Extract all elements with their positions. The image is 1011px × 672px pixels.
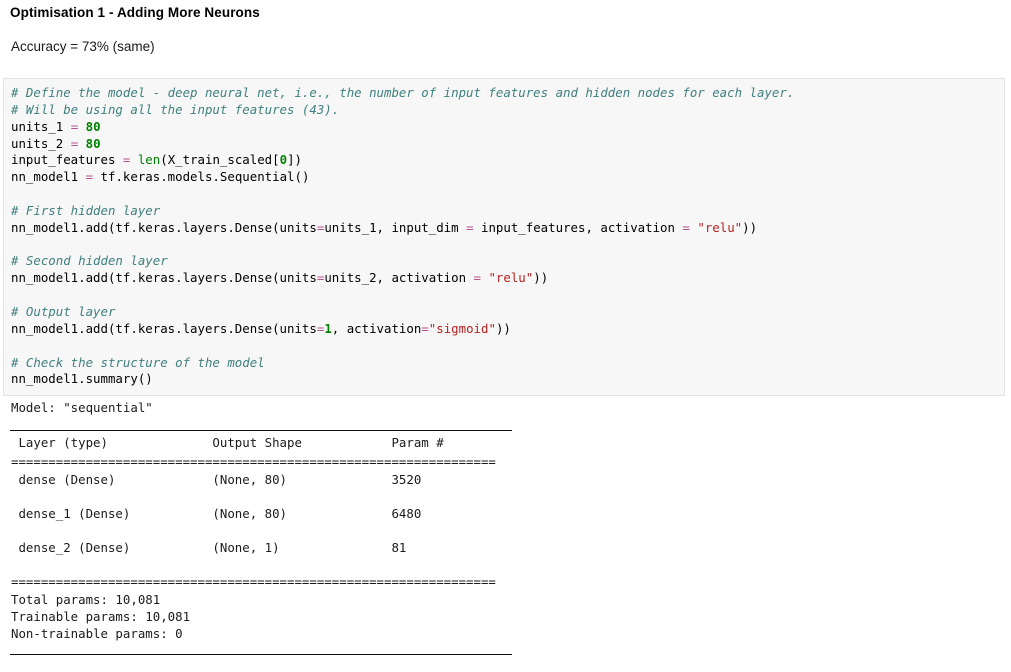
code-token: ]) [287, 152, 302, 168]
code-line: nn_model1 = tf.keras.models.Sequential() [11, 169, 794, 186]
table-header-separator: ========================================… [11, 454, 496, 469]
code-token: units_1, input_dim [324, 219, 467, 235]
code-token: "sigmoid" [428, 320, 496, 336]
table-top-rule [10, 430, 512, 431]
code-token: input_features, activation [473, 219, 683, 235]
code-token: units_2 [11, 135, 71, 151]
code-token: nn_model1.add(tf.keras.layers.Dense(unit… [11, 320, 317, 336]
code-token: units_2, activation [324, 270, 474, 286]
code-token: = [466, 219, 474, 235]
code-line: input_features = len(X_train_scaled[0]) [11, 152, 794, 169]
code-token: 0 [279, 152, 288, 168]
code-token: units_1 [11, 118, 71, 134]
code-token: 80 [85, 135, 101, 151]
code-token: = [85, 169, 94, 185]
non-trainable-params: Non-trainable params: 0 [11, 626, 183, 641]
code-token: # Output layer [11, 303, 116, 319]
notebook-page: Optimisation 1 - Adding More Neurons Acc… [0, 0, 1011, 672]
code-line: # Output layer [11, 304, 794, 321]
table-header-row: Layer (type) Output Shape Param # [11, 435, 444, 450]
code-token: = [682, 219, 690, 235]
code-token: , activation [331, 320, 422, 336]
code-token: "relu" [697, 219, 743, 235]
code-line: # Second hidden layer [11, 253, 794, 270]
code-line: # Define the model - deep neural net, i.… [11, 85, 794, 102]
code-token: (X_train_scaled[ [160, 152, 280, 168]
code-line: units_2 = 80 [11, 136, 794, 153]
table-bottom-separator: ========================================… [11, 574, 496, 589]
code-input-cell[interactable]: # Define the model - deep neural net, i.… [3, 78, 1005, 396]
code-token: nn_model1.add(tf.keras.layers.Dense(unit… [11, 219, 317, 235]
code-line: # Check the structure of the model [11, 355, 794, 372]
code-line: # First hidden layer [11, 203, 794, 220]
code-token: )) [742, 219, 758, 235]
code-line: nn_model1.add(tf.keras.layers.Dense(unit… [11, 220, 794, 237]
page-title: Optimisation 1 - Adding More Neurons [10, 5, 260, 20]
code-token: nn_model1.summary() [11, 371, 153, 387]
code-token: # Define the model - deep neural net, i.… [11, 85, 795, 100]
code-token: len [137, 152, 161, 168]
code-token: # First hidden layer [11, 202, 161, 218]
code-token: # Second hidden layer [11, 253, 168, 269]
code-line: nn_model1.summary() [11, 371, 794, 388]
output-model-name: Model: "sequential" [11, 400, 153, 415]
code-token: 80 [85, 118, 101, 134]
code-token: nn_model1 [11, 169, 86, 185]
code-token: # Will be using all the input features (… [11, 101, 340, 117]
code-token: "relu" [488, 270, 534, 286]
code-token: 1 [324, 320, 332, 336]
code-token: = [421, 320, 429, 336]
code-token: # Check the structure of the model [11, 354, 265, 370]
code-token: tf.keras.models.Sequential() [93, 169, 310, 185]
code-line: units_1 = 80 [11, 119, 794, 136]
table-row: dense_1 (Dense) (None, 80) 6480 [11, 506, 422, 521]
code-line: nn_model1.add(tf.keras.layers.Dense(unit… [11, 270, 794, 287]
trainable-params: Trainable params: 10,081 [11, 609, 191, 624]
table-bottom-rule [10, 654, 512, 655]
total-params: Total params: 10,081 [11, 592, 161, 607]
code-token: nn_model1.add(tf.keras.layers.Dense(unit… [11, 270, 317, 286]
table-row: dense (Dense) (None, 80) 3520 [11, 472, 422, 487]
code-line: nn_model1.add(tf.keras.layers.Dense(unit… [11, 321, 794, 338]
table-row: dense_2 (Dense) (None, 1) 81 [11, 540, 407, 555]
code-token: )) [533, 270, 549, 286]
code-token: input_features [11, 152, 123, 168]
code-token: = [473, 270, 481, 286]
accuracy-note: Accuracy = 73% (same) [11, 39, 155, 54]
code-token: )) [495, 320, 511, 336]
code-source[interactable]: # Define the model - deep neural net, i.… [11, 85, 794, 388]
code-line: # Will be using all the input features (… [11, 102, 794, 119]
